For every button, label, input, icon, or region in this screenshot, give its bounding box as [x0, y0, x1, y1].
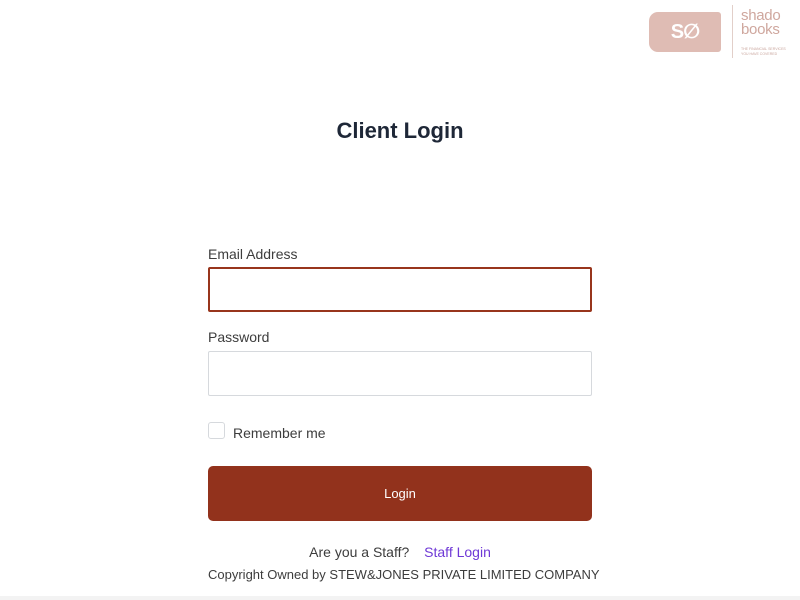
copyright-text: Copyright Owned by STEW&JONES PRIVATE LI…: [208, 567, 600, 582]
email-label: Email Address: [208, 246, 298, 262]
login-form: Email Address Password Remember me Login: [208, 244, 592, 521]
staff-login-link[interactable]: Staff Login: [424, 544, 491, 560]
remember-me-checkbox[interactable]: [208, 422, 225, 439]
logo-wordmark: shado books: [741, 8, 795, 38]
brand-logo[interactable]: S∅ shado books THE FINANCIAL SERVICES YO…: [648, 5, 794, 59]
login-button[interactable]: Login: [208, 466, 592, 521]
logo-tagline: THE FINANCIAL SERVICES YOU HAVE COVERED: [741, 47, 795, 57]
logo-tagline-line2: YOU HAVE COVERED: [741, 52, 778, 56]
logo-badge: S∅: [649, 12, 721, 52]
login-page: S∅ shado books THE FINANCIAL SERVICES YO…: [0, 0, 800, 600]
staff-question: Are you a Staff?: [309, 544, 410, 560]
bottom-divider: [0, 596, 800, 600]
email-field[interactable]: [208, 267, 592, 312]
logo-divider: [732, 5, 733, 58]
password-field[interactable]: [208, 351, 592, 396]
logo-badge-text: S∅: [670, 21, 700, 43]
page-title: Client Login: [336, 118, 464, 143]
password-label: Password: [208, 329, 270, 345]
logo-wordmark-line2: books: [741, 21, 780, 38]
remember-me-row: Remember me: [208, 421, 592, 441]
staff-login-row: Are you a Staff? Staff Login: [0, 543, 800, 561]
remember-me-label[interactable]: Remember me: [233, 424, 326, 442]
